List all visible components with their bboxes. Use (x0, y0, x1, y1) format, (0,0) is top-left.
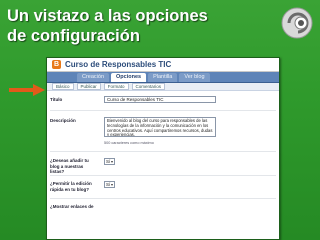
divider (50, 198, 276, 199)
divider (50, 175, 276, 176)
subtab-publicar[interactable]: Publicar (76, 83, 101, 90)
blogger-icon: B (52, 60, 61, 69)
title-input[interactable]: Curso de Responsables TIC (104, 96, 216, 103)
tab-ver-blog[interactable]: Ver blog (179, 73, 210, 82)
pointer-arrow-icon (9, 84, 45, 96)
description-label: Descripción (50, 118, 76, 123)
divider (50, 151, 276, 152)
tab-plantilla[interactable]: Plantilla (148, 73, 178, 82)
quick-edit-select[interactable]: Sí (104, 181, 115, 188)
app-header: B Curso de Responsables TIC (47, 58, 279, 72)
tab-creacion[interactable]: Creación (77, 73, 110, 82)
slide-title: Un vistazo a las opciones de configuraci… (7, 6, 247, 46)
title-label: Título (50, 97, 63, 102)
description-hint: 500 caracteres como máximo (104, 141, 154, 145)
cep-logo-icon (281, 7, 313, 39)
subtab-comentarios[interactable]: Comentarios (131, 83, 166, 90)
quick-edit-label: ¿Permitir la edición rápida en tu blog? (50, 181, 92, 192)
blogger-settings-screenshot: B Curso de Responsables TIC Creación Opc… (46, 57, 280, 240)
slide-title-line-1: Un vistazo a las opciones (7, 7, 208, 25)
subtab-basico[interactable]: Básico (52, 83, 74, 90)
app-title: Curso de Responsables TIC (65, 60, 172, 69)
tab-bar: Creación Opciones Plantilla Ver blog (47, 72, 279, 83)
description-textarea[interactable]: Bienvenido al blog del curso para respon… (104, 117, 216, 137)
subtab-formato[interactable]: Formato (103, 83, 129, 90)
divider (50, 110, 276, 111)
slide-title-line-2: de configuración (7, 27, 140, 45)
show-links-label: ¿Mostrar enlaces de (50, 204, 94, 209)
tab-opciones[interactable]: Opciones (111, 73, 147, 82)
add-to-lists-select[interactable]: Sí (104, 158, 115, 165)
add-to-lists-label: ¿Deseas añadir tu blog a nuestras listas… (50, 158, 89, 174)
subtab-bar: Básico Publicar Formato Comentarios (47, 83, 279, 91)
